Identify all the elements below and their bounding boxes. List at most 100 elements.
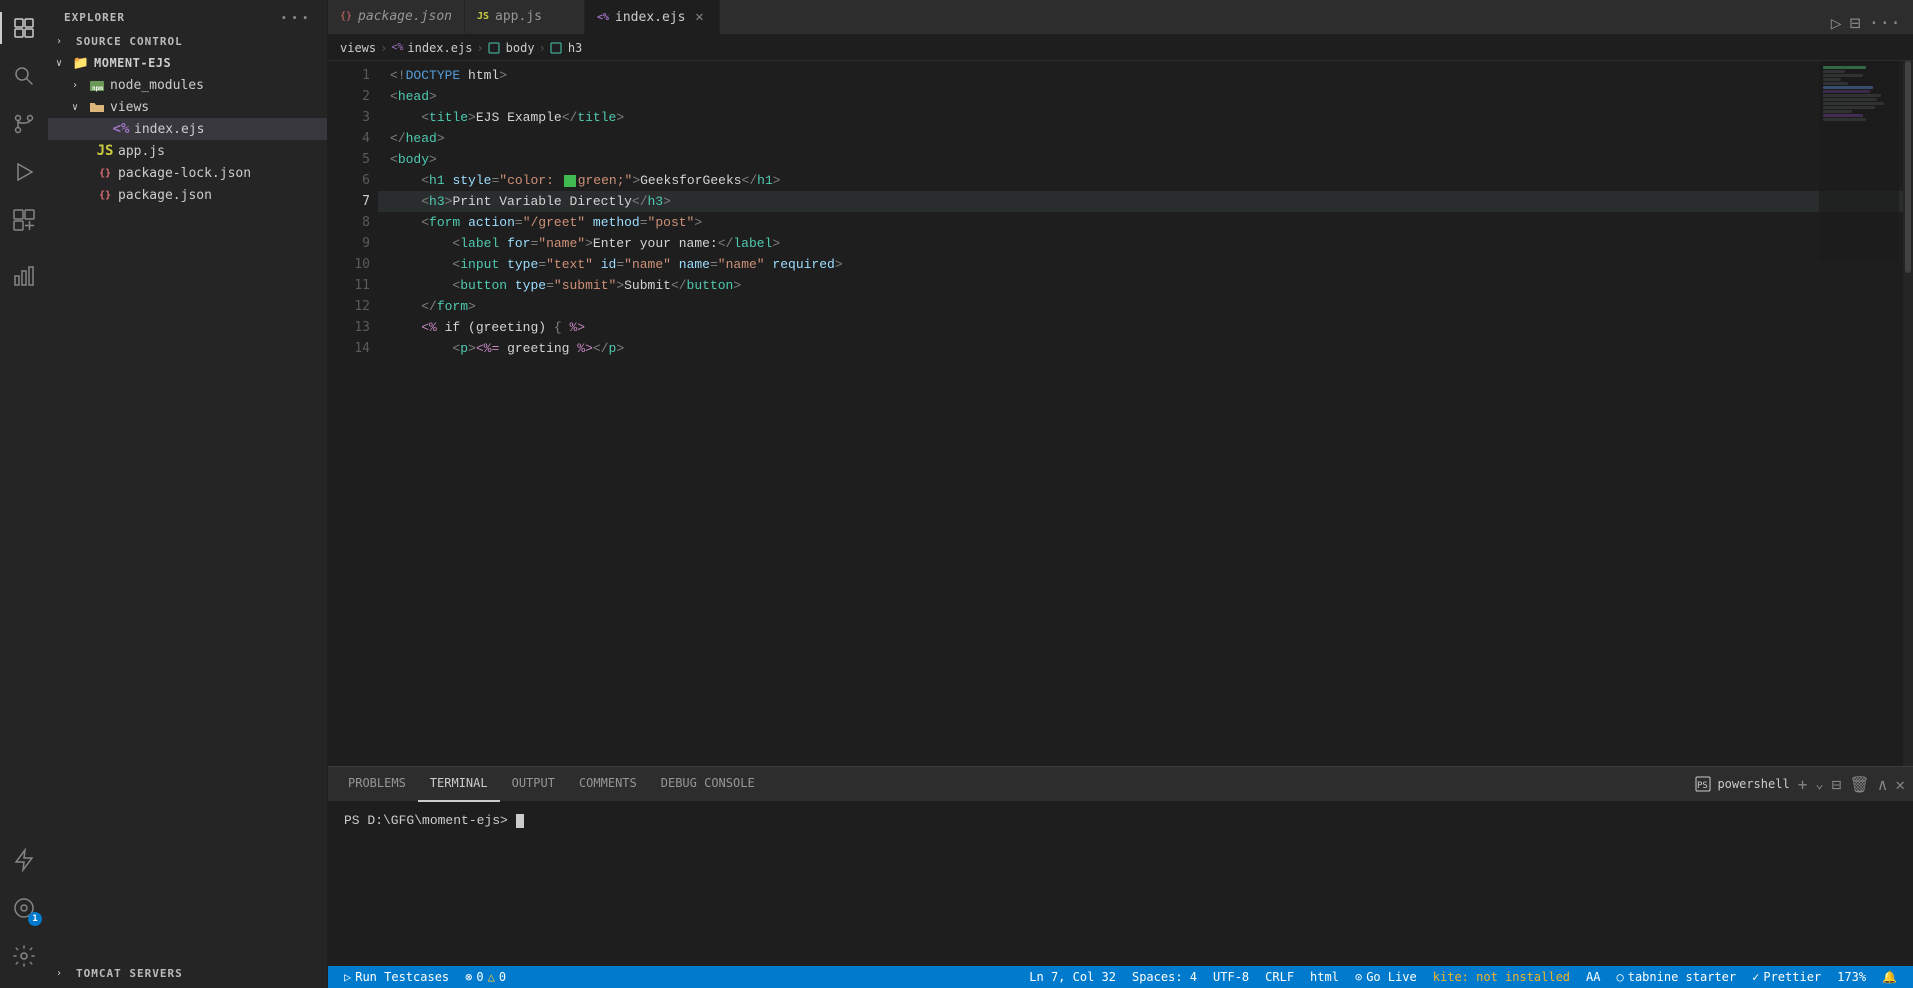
- editor-scrollbar[interactable]: [1903, 61, 1913, 766]
- code-line-6: <h1 style="color: green;">GeeksforGeeks<…: [378, 170, 1913, 191]
- aa-btn[interactable]: AA: [1578, 970, 1608, 984]
- tree-node-modules[interactable]: › npm node_modules: [48, 74, 327, 96]
- tab-index-ejs[interactable]: <% index.ejs ✕: [585, 0, 721, 34]
- tomcat-section[interactable]: › TOMCAT SERVERS: [48, 963, 327, 984]
- debug-console-label: DEBUG CONSOLE: [661, 776, 755, 790]
- explorer-actions: ···: [279, 8, 311, 27]
- terminal-split-icon[interactable]: ⌄: [1815, 776, 1823, 792]
- index-ejs-label: index.ejs: [134, 122, 204, 137]
- tree-project-root[interactable]: ∨ 📁 MOMENT-EJS: [48, 52, 327, 74]
- run-testcases-icon: ▷: [344, 970, 351, 984]
- charts-activity-icon[interactable]: [0, 252, 48, 300]
- main-layout: EXPLORER ··· › SOURCE CONTROL ∨ 📁 MOMENT…: [48, 0, 1913, 988]
- tree-views-folder[interactable]: ∨ views: [48, 96, 327, 118]
- source-control-activity-icon[interactable]: [0, 100, 48, 148]
- run-icon[interactable]: ▷: [1831, 13, 1842, 34]
- terminal-layout-icon[interactable]: ⊟: [1832, 775, 1842, 794]
- scrollbar-thumb[interactable]: [1905, 61, 1911, 273]
- tab-index-ejs-label: index.ejs: [615, 10, 685, 25]
- prettier-label: Prettier: [1763, 970, 1821, 984]
- position-label: Ln 7, Col 32: [1029, 970, 1116, 984]
- search-activity-icon[interactable]: [0, 52, 48, 100]
- spaces-btn[interactable]: Spaces: 4: [1124, 970, 1205, 984]
- tab-app-js[interactable]: JS app.js: [465, 0, 585, 34]
- index-ejs-icon: <%: [112, 120, 130, 138]
- node-modules-label: node_modules: [110, 78, 204, 93]
- tab-close-icon[interactable]: ✕: [691, 9, 707, 25]
- code-line-11: <button type="submit">Submit</button>: [378, 275, 1913, 296]
- remote-activity-icon[interactable]: 1: [0, 884, 48, 932]
- terminal-delete-icon[interactable]: 🗑: [1849, 775, 1869, 794]
- notifications-btn[interactable]: 🔔: [1874, 970, 1905, 984]
- tab-debug-console[interactable]: DEBUG CONSOLE: [649, 767, 767, 802]
- code-content[interactable]: <!DOCTYPE html> <head> <title>EJS Exampl…: [378, 61, 1913, 766]
- prettier-btn[interactable]: ✓ Prettier: [1744, 970, 1829, 984]
- tree-package-json[interactable]: {} package.json: [48, 184, 327, 206]
- tab-app-js-label: app.js: [495, 9, 542, 24]
- tab-actions: ▷ ⊟ ···: [1831, 13, 1913, 34]
- code-line-4: </head>: [378, 128, 1913, 149]
- tab-terminal[interactable]: TERMINAL: [418, 767, 500, 802]
- explorer-activity-icon[interactable]: [0, 4, 48, 52]
- code-line-5: <body>: [378, 149, 1913, 170]
- shell-name: powershell: [1717, 777, 1789, 791]
- explorer-more-icon[interactable]: ···: [279, 8, 311, 27]
- error-count: 0: [476, 970, 483, 984]
- settings-activity-icon[interactable]: [0, 932, 48, 980]
- tree-package-lock[interactable]: {} package-lock.json: [48, 162, 327, 184]
- breadcrumb-index-ejs[interactable]: <% index.ejs: [391, 41, 472, 55]
- code-line-12: </form>: [378, 296, 1913, 317]
- kite-btn[interactable]: kite: not installed: [1425, 970, 1578, 984]
- encoding-label: UTF-8: [1213, 970, 1249, 984]
- activity-bar: 1: [0, 0, 48, 988]
- breadcrumb-views[interactable]: views: [340, 41, 376, 55]
- tab-app-js-icon: JS: [477, 11, 489, 22]
- package-lock-icon: {}: [96, 164, 114, 182]
- output-label: OUTPUT: [512, 776, 555, 790]
- terminal-body[interactable]: PS D:\GFG\moment-ejs>: [328, 802, 1913, 839]
- terminal-tabs: PROBLEMS TERMINAL OUTPUT COMMENTS DEBUG …: [328, 767, 1913, 802]
- run-activity-icon[interactable]: [0, 148, 48, 196]
- terminal-close-icon[interactable]: ✕: [1895, 775, 1905, 794]
- split-editor-icon[interactable]: ⊟: [1850, 13, 1861, 34]
- project-name: MOMENT-EJS: [94, 56, 171, 70]
- more-actions-icon[interactable]: ···: [1868, 13, 1901, 34]
- code-line-8: <form action="/greet" method="post">: [378, 212, 1913, 233]
- tab-problems[interactable]: PROBLEMS: [336, 767, 418, 802]
- source-control-section[interactable]: › SOURCE CONTROL: [48, 31, 327, 52]
- explorer-title: EXPLORER ···: [48, 0, 327, 31]
- warning-icon: △: [488, 970, 495, 984]
- errors-btn[interactable]: ⊗ 0 △ 0: [457, 970, 514, 984]
- breadcrumb-body[interactable]: body: [488, 41, 535, 55]
- language-btn[interactable]: html: [1302, 970, 1347, 984]
- code-line-2: <head>: [378, 86, 1913, 107]
- tree-app-js[interactable]: JS app.js: [48, 140, 327, 162]
- kite-label: kite: not installed: [1433, 970, 1570, 984]
- terminal-up-icon[interactable]: ∧: [1878, 775, 1888, 794]
- zoom-btn[interactable]: 173%: [1829, 970, 1874, 984]
- tree-index-ejs[interactable]: <% index.ejs: [48, 118, 327, 140]
- go-live-btn[interactable]: ⊙ Go Live: [1347, 970, 1425, 984]
- comments-label: COMMENTS: [579, 776, 637, 790]
- editor[interactable]: 12345 6789 1011121314 <!DOCTYPE html> <h…: [328, 61, 1913, 766]
- position-btn[interactable]: Ln 7, Col 32: [1021, 970, 1124, 984]
- terminal-label: TERMINAL: [430, 776, 488, 790]
- tab-output[interactable]: OUTPUT: [500, 767, 567, 802]
- explorer-label: EXPLORER: [64, 11, 125, 24]
- terminal-actions: PS powershell + ⌄ ⊟ 🗑 ∧ ✕: [1695, 775, 1905, 794]
- minimap: [1819, 61, 1899, 261]
- line-numbers: 12345 6789 1011121314: [328, 61, 378, 766]
- node-modules-icon: npm: [88, 76, 106, 94]
- tab-comments[interactable]: COMMENTS: [567, 767, 649, 802]
- run-testcases-btn[interactable]: ▷ Run Testcases: [336, 970, 457, 984]
- extensions-activity-icon[interactable]: [0, 196, 48, 244]
- line-ending-btn[interactable]: CRLF: [1257, 970, 1302, 984]
- breadcrumb-h3[interactable]: h3: [550, 41, 582, 55]
- code-line-7: <h3>Print Variable Directly</h3>: [378, 191, 1913, 212]
- add-terminal-icon[interactable]: +: [1798, 775, 1808, 794]
- lightning-activity-icon[interactable]: [0, 836, 48, 884]
- tab-package-json[interactable]: {} package.json: [328, 0, 465, 34]
- app-js-label: app.js: [118, 144, 165, 159]
- tabnine-btn[interactable]: ○ tabnine starter: [1609, 970, 1745, 984]
- encoding-btn[interactable]: UTF-8: [1205, 970, 1257, 984]
